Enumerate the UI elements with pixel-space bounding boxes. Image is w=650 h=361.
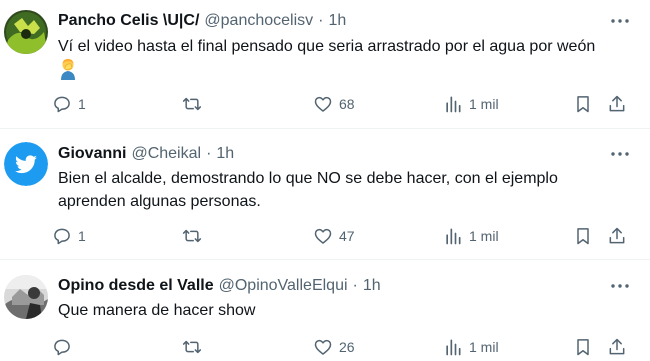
more-options-icon[interactable] (610, 144, 630, 164)
timestamp[interactable]: 1h (328, 12, 346, 30)
tweet-actions: 1 68 1 mil (52, 93, 632, 115)
retweet-icon (182, 97, 202, 111)
view-count: 1 mil (469, 339, 499, 355)
separator: · (318, 12, 324, 29)
share-button[interactable] (607, 336, 627, 358)
bookmark-button[interactable] (573, 225, 593, 247)
tweet-header: Giovanni @Cheikal · 1h (58, 144, 234, 164)
tweet-actions: 1 47 1 mil (52, 225, 632, 247)
reply-icon (54, 339, 70, 356)
bookmark-button[interactable] (573, 336, 593, 358)
reply-feed: Pancho Celis \U|C/ @panchocelisv · 1h Ví… (0, 0, 650, 361)
tweet-text: Que manera de hacer show (58, 302, 256, 319)
bookmark-icon (577, 228, 589, 245)
reply-button[interactable]: 1 (52, 93, 86, 115)
user-handle[interactable]: @OpinoValleElqui (219, 277, 348, 295)
reply-icon (54, 96, 70, 113)
display-name[interactable]: Pancho Celis \U|C/ (58, 12, 199, 30)
views-button[interactable]: 1 mil (443, 336, 499, 358)
share-button[interactable] (607, 93, 627, 115)
tweet-header: Opino desde el Valle @OpinoValleElqui · … (58, 276, 381, 296)
reply-icon (54, 228, 70, 245)
tweet[interactable]: Pancho Celis \U|C/ @panchocelisv · 1h Ví… (0, 0, 650, 129)
like-count: 68 (339, 96, 355, 112)
display-name[interactable]: Giovanni (58, 145, 126, 163)
bookmark-button[interactable] (573, 93, 593, 115)
share-icon (609, 227, 625, 244)
retweet-button[interactable] (182, 225, 208, 247)
views-button[interactable]: 1 mil (443, 225, 499, 247)
heart-icon (314, 228, 332, 244)
reply-count: 1 (78, 96, 86, 112)
user-handle[interactable]: @Cheikal (131, 145, 201, 163)
avatar[interactable] (4, 275, 48, 319)
reply-button[interactable] (52, 336, 78, 358)
separator: · (352, 277, 358, 294)
like-count: 47 (339, 228, 355, 244)
more-options-icon[interactable] (610, 11, 630, 31)
like-button[interactable]: 47 (313, 225, 355, 247)
share-icon (609, 95, 625, 112)
more-options-icon[interactable] (610, 276, 630, 296)
like-button[interactable]: 26 (313, 336, 355, 358)
analytics-icon (446, 339, 461, 356)
bookmark-icon (577, 339, 589, 356)
like-button[interactable]: 68 (313, 93, 355, 115)
tweet-header: Pancho Celis \U|C/ @panchocelisv · 1h (58, 11, 346, 31)
timestamp[interactable]: 1h (216, 145, 234, 163)
tweet[interactable]: Opino desde el Valle @OpinoValleElqui · … (0, 260, 650, 361)
retweet-icon (182, 229, 202, 243)
view-count: 1 mil (469, 96, 499, 112)
reply-button[interactable]: 1 (52, 225, 86, 247)
tweet-text: Ví el video hasta el final pensado que s… (58, 35, 618, 87)
user-handle[interactable]: @panchocelisv (204, 12, 313, 30)
display-name[interactable]: Opino desde el Valle (58, 277, 214, 295)
tweet-text: Bien el alcalde, demostrando lo que NO s… (58, 170, 558, 210)
timestamp[interactable]: 1h (363, 277, 381, 295)
analytics-icon (446, 96, 461, 113)
view-count: 1 mil (469, 228, 499, 244)
heart-icon (314, 96, 332, 112)
person-facepalming-emoji-icon (58, 58, 78, 87)
retweet-button[interactable] (182, 93, 208, 115)
tweet-text-content: Ví el video hasta el final pensado que s… (58, 38, 596, 55)
share-button[interactable] (607, 225, 627, 247)
retweet-icon (182, 340, 202, 354)
retweet-button[interactable] (182, 336, 208, 358)
avatar[interactable] (4, 142, 48, 186)
tweet-actions: 26 1 mil (52, 336, 632, 358)
share-icon (609, 338, 625, 355)
views-button[interactable]: 1 mil (443, 93, 499, 115)
avatar[interactable] (4, 10, 48, 54)
analytics-icon (446, 228, 461, 245)
bookmark-icon (577, 96, 589, 113)
tweet[interactable]: Giovanni @Cheikal · 1h Bien el alcalde, … (0, 129, 650, 260)
heart-icon (314, 339, 332, 355)
reply-count: 1 (78, 228, 86, 244)
separator: · (206, 145, 212, 162)
like-count: 26 (339, 339, 355, 355)
